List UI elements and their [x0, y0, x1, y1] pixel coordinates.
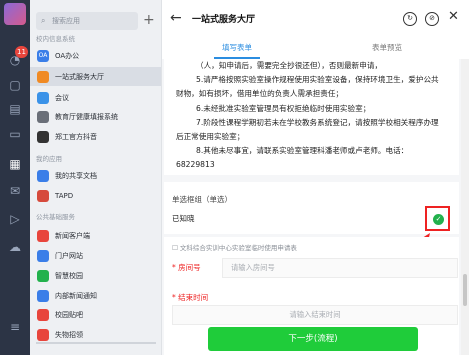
single-select-option[interactable]: 已知晓: [172, 213, 195, 224]
apps-icon[interactable]: ▦: [7, 156, 23, 172]
next-step-button[interactable]: 下一步(流程): [208, 327, 418, 351]
app-item[interactable]: 内部新闻通知: [30, 286, 161, 305]
search-input[interactable]: ⌕ 搜索应用: [36, 12, 138, 30]
app-icon: [37, 169, 49, 182]
single-select-label: 单选框组（单选）: [172, 195, 232, 204]
app-icon: [37, 70, 49, 83]
app-list-panel: ⌕ 搜索应用 + 校内信息系统 OA OA办公一站式服务大厅 会议教育厅健康填报系统郑…: [30, 0, 162, 355]
rule-line: 8.其他未尽事宜，请联系实验室管理科潘老师或卢老师。电话：68229813: [176, 146, 409, 170]
app-item[interactable]: 会议: [30, 88, 161, 107]
section-header: 我的应用: [36, 155, 62, 163]
app-label: 郑工官方抖音: [55, 132, 97, 141]
calendar-icon[interactable]: ▤: [7, 101, 23, 117]
section-header: 公共基础服务: [36, 213, 75, 221]
app-icon: [37, 189, 49, 202]
refresh-icon[interactable]: ↻: [403, 12, 417, 26]
nav-rail: 11 ◔ ▢ ▤ ▭ ▦ ✉ ▷ ☁ ≡: [0, 0, 30, 355]
app-icon: [37, 308, 49, 321]
add-icon[interactable]: +: [143, 11, 155, 29]
app-label: 智慧校园: [55, 271, 83, 280]
form-tabs: 填写表单 表单预览: [162, 40, 462, 59]
room-label: * 房间号: [172, 263, 201, 272]
app-item[interactable]: 门户网站: [30, 246, 161, 265]
app-label: 一站式服务大厅: [55, 72, 104, 81]
header-bar: ← 一站式服务大厅 ↻ ⊘ ✕: [162, 0, 469, 40]
app-window: 11 ◔ ▢ ▤ ▭ ▦ ✉ ▷ ☁ ≡ ⌕ 搜索应用 + 校内信息系统 OA OA…: [0, 0, 469, 355]
tab-form-preview-label: 表单预览: [372, 43, 402, 52]
rules-text: （人，知申请后，需要完全抄很还但），否则最新申请， 5.请严格按照实验室操作规程…: [164, 59, 459, 175]
back-arrow-icon[interactable]: ←: [170, 10, 182, 26]
app-item[interactable]: 郑工官方抖音: [30, 127, 161, 146]
app-icon: [37, 130, 49, 143]
app-label: 我的共享文档: [55, 171, 97, 180]
tab-fill-form[interactable]: 填写表单: [162, 40, 312, 59]
end-time-input[interactable]: 请输入结束时间: [172, 305, 458, 325]
app-label: 会议: [55, 93, 69, 102]
search-icon: ⌕: [41, 16, 46, 25]
rule-line: （人，知申请后，需要完全抄很还但），否则最新申请，: [196, 61, 383, 70]
checkmark-icon[interactable]: ✓: [433, 214, 444, 225]
app-icon: OA: [37, 49, 49, 62]
panel-scrollbar[interactable]: [36, 342, 156, 344]
search-placeholder: 搜索应用: [52, 17, 80, 25]
app-label: 校园贴吧: [55, 310, 83, 319]
app-item[interactable]: 智慧校园: [30, 266, 161, 285]
page-title: 一站式服务大厅: [192, 15, 256, 25]
app-item[interactable]: 一站式服务大厅: [30, 67, 161, 86]
video-icon[interactable]: ▷: [7, 211, 23, 227]
rule-line: 7.阶段性课程学期初若未在学校教务系统登记，请按照学校相关程序办理后正常使用实验…: [176, 117, 439, 142]
app-item[interactable]: OA OA办公: [30, 46, 161, 65]
app-label: 新闻客户端: [55, 231, 90, 240]
contacts-icon[interactable]: ▢: [7, 77, 23, 93]
app-icon: [37, 249, 49, 262]
app-item[interactable]: 新闻客户端: [30, 226, 161, 245]
app-item[interactable]: 我的共享文档: [30, 166, 161, 185]
cloud-icon[interactable]: ☁: [7, 239, 23, 255]
app-icon: [37, 229, 49, 242]
app-icon: [37, 110, 49, 123]
compass-icon[interactable]: ⊘: [425, 12, 439, 26]
form-content: （人，知申请后，需要完全抄很还但），否则最新申请， 5.请严格按照实验室操作规程…: [162, 59, 461, 355]
form-subtitle-text: 文科综合实训中心实验室临时使用申请表: [179, 244, 297, 252]
chat-icon[interactable]: ◔: [7, 52, 23, 68]
tab-form-preview[interactable]: 表单预览: [312, 40, 462, 59]
room-input[interactable]: 请输入房间号: [222, 258, 458, 278]
form-scrollbar[interactable]: [461, 59, 469, 355]
app-label: OA办公: [55, 51, 80, 60]
app-item[interactable]: 教育厅健康填报系统: [30, 107, 161, 126]
rule-line: 6.未经批准实验室管理员有权拒绝临时使用实验室；: [196, 103, 371, 113]
scrollbar-thumb[interactable]: [463, 274, 467, 306]
app-label: TAPD: [55, 191, 74, 200]
app-label: 门户网站: [55, 251, 83, 260]
end-time-label-text: 结束时间: [178, 293, 209, 302]
app-icon: [37, 269, 49, 282]
service-hall-view: ← 一站式服务大厅 ↻ ⊘ ✕ 填写表单 表单预览 （人，知申请后，需要完全抄很…: [162, 0, 469, 355]
app-icon: [37, 289, 49, 302]
single-select-card: [164, 182, 459, 234]
user-avatar[interactable]: [4, 3, 26, 25]
mail-icon[interactable]: ✉: [7, 183, 23, 199]
app-label: 失物招领: [55, 330, 83, 339]
room-label-text: 房间号: [178, 263, 201, 272]
tab-fill-form-label: 填写表单: [222, 43, 252, 52]
app-icon: [37, 91, 49, 104]
docs-icon[interactable]: ▭: [7, 126, 23, 142]
menu-icon[interactable]: ≡: [7, 319, 23, 335]
rule-line: 5.请严格按照实验室操作规程使用实验室设备，保持环境卫生，爱护公共财物，如有损坏…: [176, 75, 439, 99]
form-subtitle: ☐ 文科综合实训中心实验室临时使用申请表: [172, 244, 297, 252]
close-icon[interactable]: ✕: [448, 9, 459, 24]
app-item[interactable]: TAPD: [30, 186, 161, 205]
app-label: 内部新闻通知: [55, 291, 97, 300]
app-label: 教育厅健康填报系统: [55, 112, 118, 121]
highlight-box: ✓: [425, 206, 450, 231]
app-icon: [37, 328, 49, 341]
end-time-label: * 结束时间: [172, 293, 209, 302]
section-header: 校内信息系统: [36, 35, 75, 43]
app-item[interactable]: 校园贴吧: [30, 305, 161, 324]
